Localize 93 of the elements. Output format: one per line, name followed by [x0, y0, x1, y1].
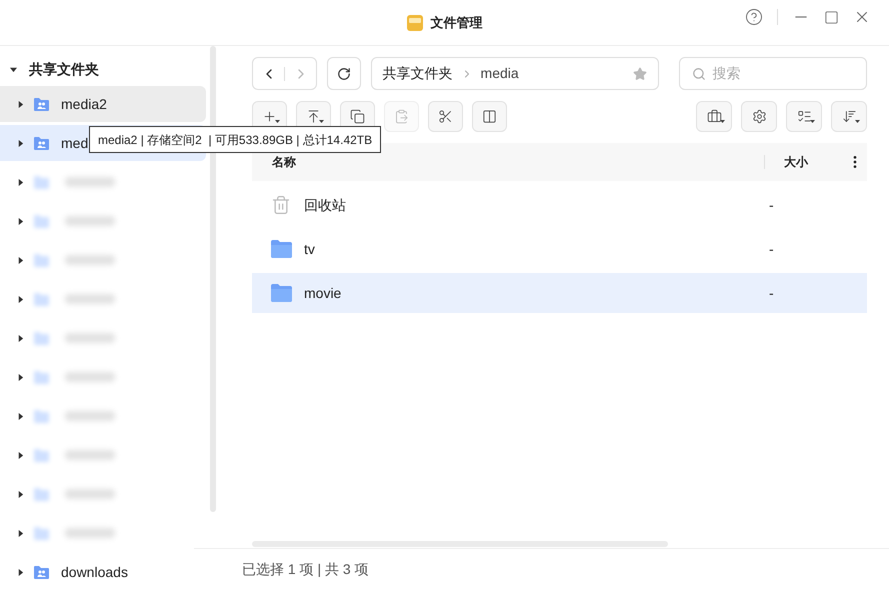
sidebar-item[interactable]: downloads	[0, 554, 206, 590]
file-name: movie	[304, 284, 342, 302]
expand-caret-icon[interactable]	[10, 66, 17, 72]
shared-folder-icon	[33, 330, 50, 346]
window-title: 文件管理	[430, 14, 482, 32]
sort-icon	[842, 109, 856, 124]
refresh-icon	[336, 66, 351, 80]
blurred-label	[65, 333, 115, 343]
shared-folder-icon	[33, 526, 50, 540]
expand-caret-icon[interactable]	[17, 452, 24, 458]
panel-icon	[482, 109, 497, 124]
expand-caret-icon[interactable]	[17, 218, 24, 224]
maximize-icon[interactable]	[824, 10, 839, 24]
app-icon	[406, 14, 422, 30]
dropdown-caret-icon	[319, 120, 324, 123]
dropdown-caret-icon	[720, 120, 725, 123]
sidebar-header[interactable]: 共享文件夹	[0, 52, 218, 86]
dropdown-caret-icon	[855, 120, 860, 123]
folder-name: med	[61, 134, 88, 152]
shared-folder-icon	[33, 408, 50, 424]
file-row[interactable]: 回收站 -	[252, 185, 867, 225]
shared-folder-icon	[33, 136, 50, 150]
plus-icon	[262, 109, 277, 124]
blurred-label	[65, 372, 115, 382]
folder-icon	[271, 284, 292, 302]
expand-caret-icon[interactable]	[17, 374, 24, 380]
refresh-button[interactable]	[327, 57, 361, 90]
file-row[interactable]: movie -	[252, 273, 867, 313]
list-icon	[796, 109, 812, 124]
shared-folder-icon	[33, 96, 50, 112]
expand-caret-icon[interactable]	[17, 100, 24, 108]
blurred-label	[65, 489, 115, 499]
expand-caret-icon[interactable]	[17, 140, 24, 146]
toolbar-button[interactable]	[786, 101, 822, 132]
file-size: -	[769, 284, 775, 302]
copy-icon	[350, 109, 365, 124]
expand-caret-icon[interactable]	[17, 490, 24, 498]
expand-caret-icon[interactable]	[17, 256, 24, 264]
breadcrumb-link[interactable]: 共享文件夹	[382, 63, 453, 84]
blurred-label	[65, 528, 115, 538]
blurred-label	[65, 177, 115, 187]
shared-folder-icon	[33, 292, 50, 306]
blurred-label	[65, 294, 115, 304]
settings-icon	[752, 109, 766, 124]
toolbar-button[interactable]	[831, 101, 867, 132]
status-text: 已选择 1 项 | 共 3 项	[242, 560, 369, 579]
folder-icon	[271, 240, 292, 258]
search-icon	[692, 66, 706, 80]
folder-name: media2	[61, 94, 107, 114]
toolbar-button[interactable]	[472, 101, 507, 132]
star-icon[interactable]	[633, 66, 648, 80]
expand-caret-icon[interactable]	[17, 334, 24, 342]
column-header[interactable]: 大小	[765, 153, 847, 171]
paste-icon	[394, 109, 409, 124]
dropdown-caret-icon	[275, 120, 280, 123]
trash-icon	[271, 195, 291, 215]
scissors-icon	[438, 109, 453, 124]
upload-icon	[306, 109, 321, 124]
shared-folder-icon	[33, 370, 50, 384]
dropdown-caret-icon	[810, 120, 815, 123]
shared-folder-icon	[33, 252, 50, 268]
toolbar-button[interactable]	[741, 101, 777, 132]
shared-folder-icon	[33, 214, 50, 228]
expand-caret-icon[interactable]	[17, 178, 24, 186]
scrollbar[interactable]	[210, 46, 216, 512]
expand-caret-icon[interactable]	[17, 530, 24, 536]
file-name: tv	[304, 240, 316, 258]
search-input[interactable]: 搜索	[712, 63, 832, 84]
expand-caret-icon[interactable]	[17, 568, 24, 576]
file-name: 回收站	[304, 196, 347, 214]
search-field[interactable]: 搜索	[679, 57, 867, 90]
section-title: 共享文件夹	[29, 60, 99, 78]
file-size: -	[769, 196, 775, 214]
shared-folder-icon	[33, 564, 50, 580]
shared-folder-icon	[33, 174, 50, 190]
shared-folder-icon	[33, 448, 50, 462]
column-header[interactable]: 名称	[272, 153, 764, 171]
sidebar-item[interactable]: media2	[0, 86, 206, 122]
file-size: -	[769, 240, 775, 258]
blurred-label	[65, 255, 115, 265]
tooltip: media2 | 存储空间2 | 可用533.89GB | 总计14.42TB	[89, 126, 382, 153]
expand-caret-icon[interactable]	[17, 296, 24, 302]
shared-folder-icon	[33, 486, 50, 502]
blurred-label	[65, 411, 115, 421]
help-icon[interactable]	[745, 8, 763, 26]
blurred-label	[65, 216, 115, 226]
file-row[interactable]: tv -	[252, 229, 867, 269]
toolbar-button[interactable]	[696, 101, 732, 132]
blurred-label	[65, 450, 115, 460]
folder-name: downloads	[61, 562, 128, 582]
breadcrumb-link[interactable]: media	[480, 63, 519, 84]
expand-caret-icon[interactable]	[17, 412, 24, 420]
briefcase-icon	[706, 109, 722, 124]
